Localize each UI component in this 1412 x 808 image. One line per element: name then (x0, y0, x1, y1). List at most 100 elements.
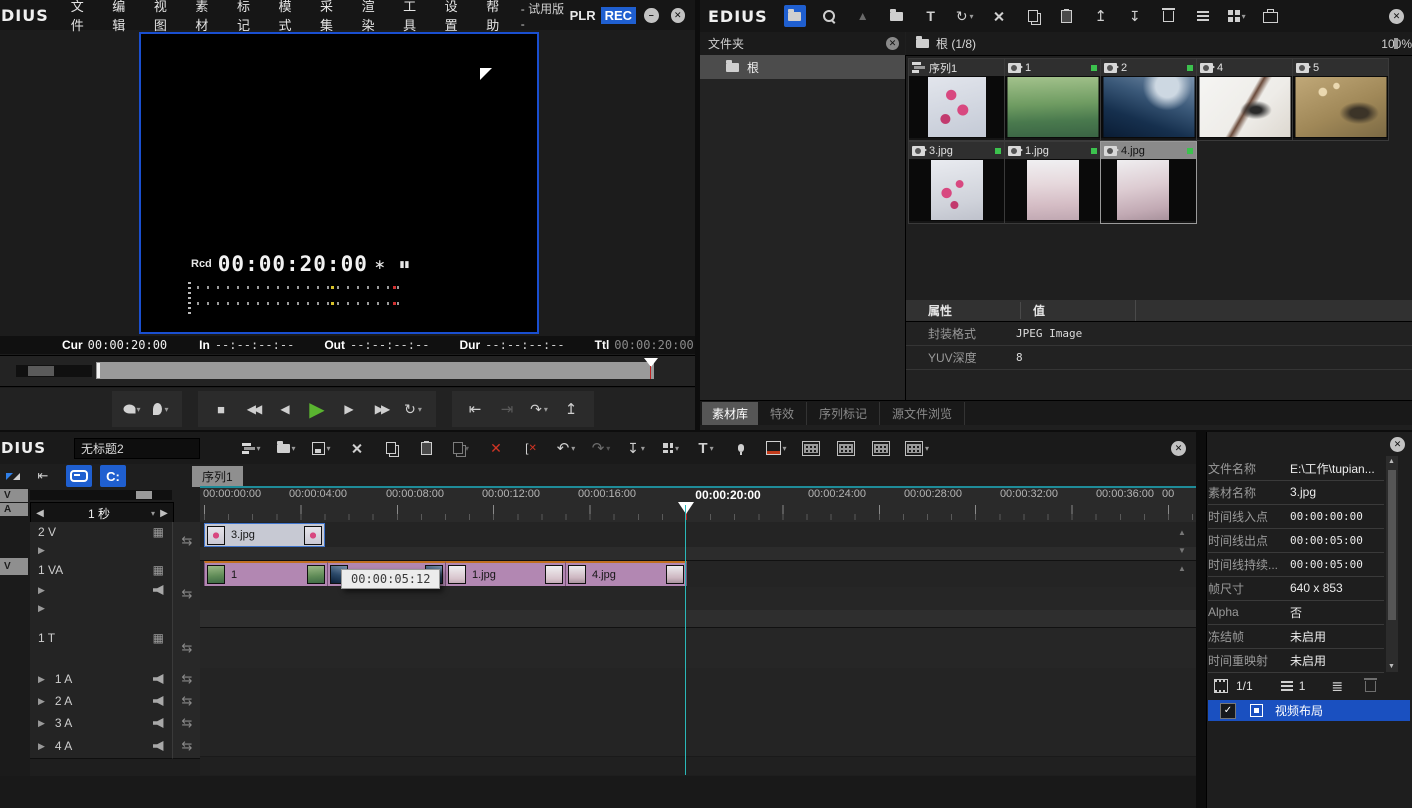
bin-toolbox-button[interactable] (1260, 5, 1282, 27)
expand-icon[interactable]: ▶ (38, 603, 45, 613)
track-header-2a[interactable]: ▶ 2 A (30, 690, 172, 713)
tab-source-browser[interactable]: 源文件浏览 (880, 402, 965, 425)
bin-folder-view-button[interactable] (784, 5, 806, 27)
shuttle-thumb[interactable] (28, 366, 54, 376)
lane-1t[interactable] (200, 628, 1196, 669)
mixer-panel-button[interactable] (835, 437, 857, 459)
folder-panel-close-icon[interactable]: ✕ (886, 37, 899, 50)
plr-mode-button[interactable]: PLR (570, 8, 596, 23)
asset-card-4jpg-selected[interactable]: 4.jpg (1100, 141, 1197, 224)
menu-render[interactable]: 渲染 (362, 0, 387, 34)
shuttle-track[interactable] (16, 365, 92, 377)
track-sync-1t[interactable]: ⇆ (172, 628, 201, 669)
speaker-icon[interactable] (153, 741, 164, 751)
set-in-point-button[interactable]: ▾ (122, 398, 144, 420)
asset-card-1[interactable]: 1 (1004, 58, 1101, 141)
play-around-button[interactable]: ↷▾ (528, 398, 550, 420)
redo-button[interactable]: ↷▾ (590, 437, 612, 459)
track-sync-4a[interactable]: ⇆ (172, 734, 201, 759)
go-to-out-button[interactable]: ⇥ (496, 398, 518, 420)
sync-mode-button[interactable]: ⇤ (32, 465, 54, 487)
menu-mode[interactable]: 模式 (278, 0, 303, 34)
cut-button[interactable] (345, 437, 367, 459)
tab-sequence-marker[interactable]: 序列标记 (807, 402, 880, 425)
expand-icon[interactable]: ▶ (38, 545, 45, 555)
asset-card-seq1[interactable]: 序列1 (908, 58, 1005, 141)
bin-new-title-button[interactable]: T (920, 5, 942, 27)
expand-icon[interactable]: ▶ (38, 718, 45, 729)
track-header-3a[interactable]: ▶ 3 A (30, 712, 172, 735)
bin-up-folder-button[interactable]: ▲ (852, 5, 874, 27)
bin-search-button[interactable] (818, 5, 840, 27)
lane-2a[interactable] (200, 690, 1196, 713)
edge-tab-va[interactable]: V (0, 558, 28, 575)
bin-paste-button[interactable] (1056, 5, 1078, 27)
layout-checkbox[interactable]: ✓ (1220, 703, 1236, 719)
track-header-1va[interactable]: 1 VA▦ ▶ ▶ (30, 560, 172, 629)
bin-open-folder-button[interactable] (886, 5, 908, 27)
properties-name-header[interactable]: 属性 (928, 302, 952, 319)
play-button[interactable]: ▶ (306, 398, 328, 420)
bin-close-icon[interactable]: ✕ (1389, 9, 1404, 24)
track-sync-1va[interactable]: ⇆ (172, 560, 201, 629)
speaker-icon[interactable] (153, 585, 164, 595)
set-out-point-button[interactable]: ▾ (150, 398, 172, 420)
clip-3jpg[interactable]: 3.jpg (204, 523, 325, 547)
menu-edit[interactable]: 编辑 (112, 0, 137, 34)
scale-prev-button[interactable]: ◀ (31, 508, 49, 519)
lane-up-icon[interactable]: ▲ (1178, 528, 1186, 537)
menu-view[interactable]: 视图 (154, 0, 179, 34)
go-to-in-button[interactable]: ⇤ (464, 398, 486, 420)
breadcrumb[interactable]: 根 (1/8) (936, 35, 976, 52)
keyboard-panel-button-1[interactable] (800, 437, 822, 459)
menu-settings[interactable]: 设置 (445, 0, 470, 34)
add-marker-button[interactable]: ↧▾ (625, 437, 647, 459)
clip-1jpg[interactable]: 1.jpg (445, 561, 566, 586)
render-button[interactable]: ▾ (765, 437, 787, 459)
info-trash-icon[interactable] (1365, 681, 1376, 692)
folder-tree-item-root[interactable]: 根 (700, 55, 905, 79)
mini-scrollbar-thumb[interactable] (136, 491, 152, 499)
expand-icon[interactable]: ▶ (38, 696, 45, 707)
scale-next-button[interactable]: ▶ (155, 508, 173, 519)
scroll-thumb[interactable] (1388, 470, 1396, 620)
paste-button[interactable] (415, 437, 437, 459)
minimize-icon[interactable]: – (644, 8, 658, 23)
menu-tools[interactable]: 工具 (403, 0, 428, 34)
track-sync-1a[interactable]: ⇆ (172, 668, 201, 691)
track-header-1t[interactable]: 1 T▦ (30, 628, 172, 669)
lane-2v-video[interactable] (200, 522, 1196, 547)
track-sync-2a[interactable]: ⇆ (172, 690, 201, 713)
new-sequence-button[interactable]: ▾ (240, 437, 262, 459)
prev-frame-button[interactable]: ◀ (274, 398, 296, 420)
scale-value[interactable]: 1 秒 (49, 505, 149, 522)
timeline-ruler[interactable]: 00:00:00:00 00:00:04:00 00:00:08:00 00:0… (200, 488, 1196, 523)
menu-marker[interactable]: 标记 (237, 0, 262, 34)
lane-2v-sub[interactable] (200, 547, 1196, 561)
save-project-button[interactable]: ▾ (310, 437, 332, 459)
video-layout-row[interactable]: ✓ 视频布局 (1208, 700, 1410, 721)
copy-button[interactable] (380, 437, 402, 459)
bin-refresh-button[interactable]: ↻▾ (954, 5, 976, 27)
edge-tab-a[interactable]: A (0, 503, 28, 516)
undo-button[interactable]: ↶▾ (555, 437, 577, 459)
info-scrollbar[interactable]: ▲ ▼ (1386, 456, 1398, 672)
position-bar[interactable] (96, 362, 654, 379)
track-header-1a[interactable]: ▶ 1 A (30, 668, 172, 691)
bin-send-to-timeline-button[interactable]: ↥ (1090, 5, 1112, 27)
paste-special-button[interactable]: ▾ (450, 437, 472, 459)
properties-value-header[interactable]: 值 (1020, 302, 1045, 319)
expand-icon[interactable]: ▶ (38, 741, 45, 752)
track-header-2v[interactable]: 2 V▦ ▶ (30, 522, 172, 561)
tab-effects[interactable]: 特效 (758, 402, 807, 425)
bin-delete-button[interactable] (1158, 5, 1180, 27)
expand-icon[interactable]: ▶ (38, 585, 45, 596)
stop-button[interactable]: ■ (210, 398, 232, 420)
mode-button[interactable]: ▾ (660, 437, 682, 459)
next-frame-button[interactable]: ▶ (338, 398, 360, 420)
asset-card-2[interactable]: 2 (1100, 58, 1197, 141)
rec-mode-button[interactable]: REC (601, 7, 636, 24)
bin-cut-button[interactable] (988, 5, 1010, 27)
lane-1va-audio[interactable] (200, 587, 1196, 610)
delete-button[interactable]: ✕ (485, 437, 507, 459)
